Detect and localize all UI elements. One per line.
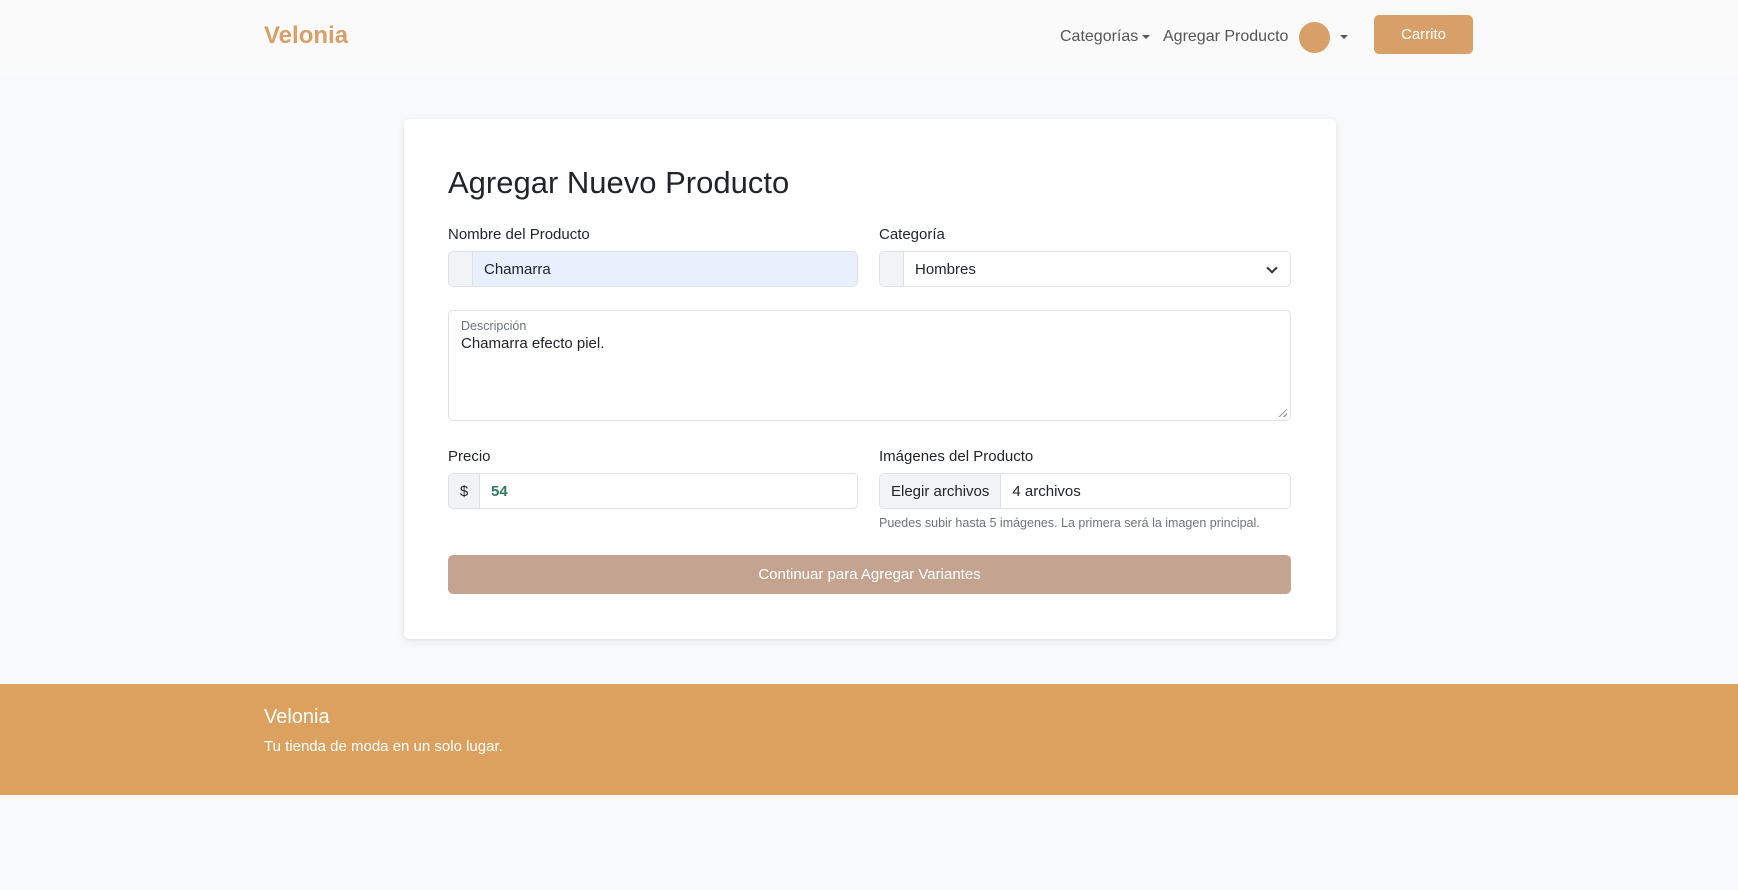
price-label: Precio: [448, 448, 491, 465]
brand-logo[interactable]: Velonia: [264, 22, 348, 50]
choose-files-button[interactable]: Elegir archivos: [880, 474, 1002, 508]
cart-button[interactable]: Carrito: [1374, 15, 1473, 54]
footer-brand: Velonia: [264, 706, 330, 728]
category-group: Hombres: [879, 251, 1291, 287]
description-textarea[interactable]: Descripción Chamarra efecto piel.: [448, 310, 1291, 421]
resize-handle-icon[interactable]: [1279, 409, 1287, 417]
nav-add-product-link[interactable]: Agregar Producto: [1163, 28, 1288, 46]
caret-down-icon[interactable]: [1340, 35, 1348, 39]
product-name-addon: [449, 252, 473, 286]
images-label: Imágenes del Producto: [879, 448, 1034, 465]
category-selected-value: Hombres: [915, 260, 976, 278]
images-help-text: Puedes subir hasta 5 imágenes. La primer…: [879, 516, 1260, 530]
caret-down-icon: [1142, 34, 1151, 39]
dollar-sign-addon: $: [449, 474, 480, 508]
files-selected-text: 4 archivos: [1012, 482, 1081, 500]
category-label: Categoría: [879, 226, 945, 243]
category-select[interactable]: Hombres: [904, 252, 1290, 286]
product-name-input[interactable]: [473, 252, 857, 286]
nav-categories-dropdown[interactable]: Categorías: [1060, 28, 1151, 46]
nav-categories-label: Categorías: [1060, 28, 1139, 45]
footer-tagline: Tu tienda de moda en un solo lugar.: [264, 738, 503, 755]
product-name-group: [448, 251, 858, 287]
price-input[interactable]: [480, 474, 857, 508]
continue-add-variants-button[interactable]: Continuar para Agregar Variantes: [448, 555, 1291, 594]
add-product-card: Agregar Nuevo Producto Nombre del Produc…: [404, 119, 1336, 639]
user-avatar[interactable]: [1299, 22, 1330, 53]
category-addon: [880, 252, 904, 286]
description-label: Descripción: [461, 319, 527, 333]
site-footer: Velonia Tu tienda de moda en un solo lug…: [0, 684, 1738, 795]
chevron-down-icon: [1266, 262, 1278, 274]
page-title: Agregar Nuevo Producto: [448, 165, 790, 200]
product-name-label: Nombre del Producto: [448, 226, 590, 243]
images-file-input: Elegir archivos 4 archivos: [879, 473, 1291, 509]
description-value: Chamarra efecto piel.: [461, 335, 605, 352]
top-navbar: Velonia Categorías Agregar Producto Carr…: [0, 0, 1738, 76]
price-group: $: [448, 473, 858, 509]
